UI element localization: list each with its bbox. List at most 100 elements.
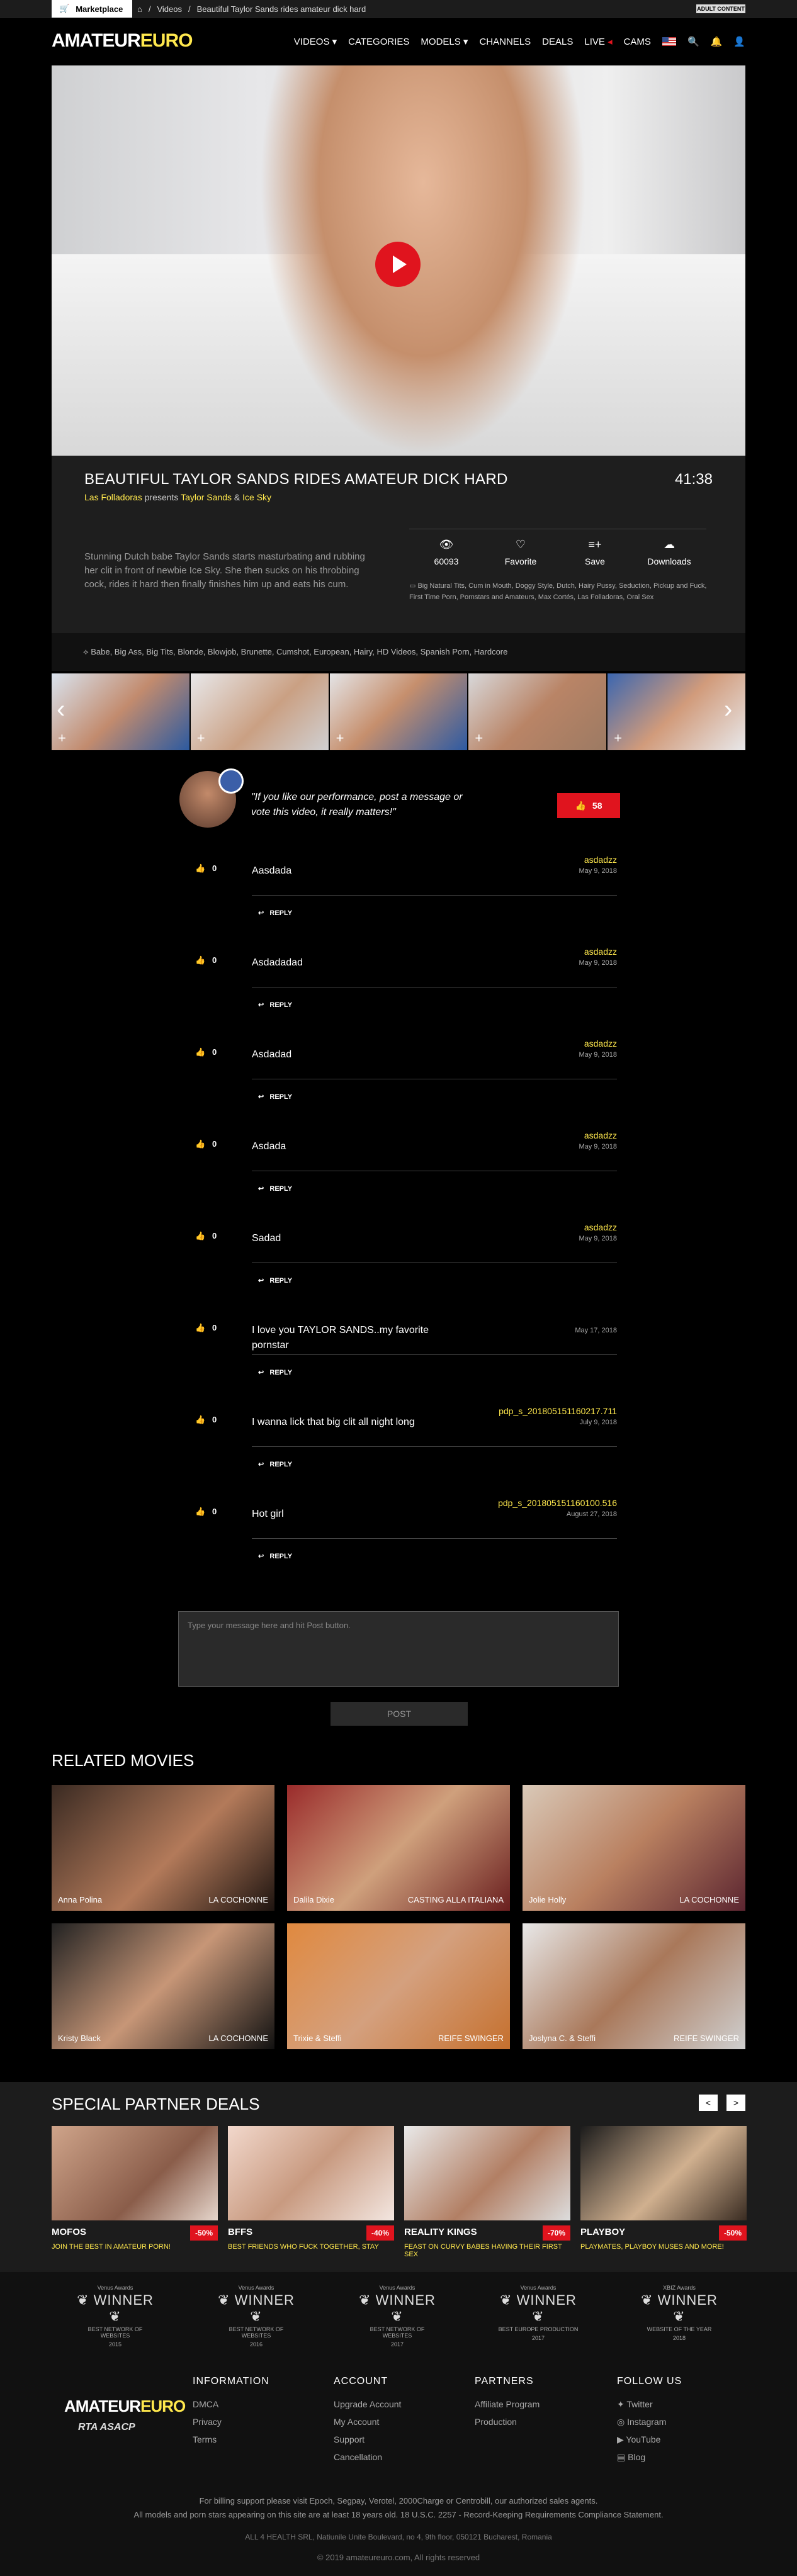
comment-like-button[interactable]: 👍 0 [195,1415,217,1425]
comment-user[interactable]: pdp_s_201805151160217.711 [499,1406,617,1416]
partner-deal-card[interactable]: BFFS -40% BEST FRIENDS WHO FUCK TOGETHER, … [228,2126,394,2251]
play-button[interactable] [375,242,421,287]
thumbs-prev-icon[interactable]: ‹ [57,695,65,724]
comment-like-button[interactable]: 👍 0 [195,1139,217,1149]
flag-us-icon[interactable] [662,37,676,46]
related-movie-card[interactable]: Trixie & Steffi REIFE SWINGER [287,1923,510,2049]
plus-icon[interactable]: + [475,730,483,746]
partner-deal-name[interactable]: BFFS [228,2227,252,2237]
actor-link-2[interactable]: Ice Sky [242,492,271,502]
partner-deal-card[interactable]: REALITY KINGS -70% FEAST ON CURVY BABES HA… [404,2126,570,2258]
partner-deal-image[interactable] [228,2126,394,2220]
downloads-button[interactable]: ☁ Downloads [638,538,701,566]
bell-icon[interactable]: 🔔 [711,36,723,47]
footer-link[interactable]: Support [334,2431,401,2448]
partner-deal-card[interactable]: PLAYBOY -50% PLAYMATES, PLAYBOY MUSES AND … [580,2126,747,2251]
nav-cams[interactable]: CAMS [624,37,651,47]
partner-deal-image[interactable] [580,2126,747,2220]
footer-link[interactable]: Cancellation [334,2448,401,2466]
comment-like-button[interactable]: 👍 0 [195,955,217,965]
footer-link[interactable]: Terms [193,2431,269,2448]
reply-button[interactable]: ↩ REPLY [258,909,292,917]
post-button[interactable]: POST [331,1702,468,1726]
blog-link[interactable]: ▤ Blog [617,2448,682,2466]
comment-like-button[interactable]: 👍 0 [195,1231,217,1241]
partner-deal-name[interactable]: REALITY KINGS [404,2227,477,2237]
studio-link[interactable]: Las Folladoras [84,492,142,502]
partner-deal-name[interactable]: MOFOS [52,2227,86,2237]
deals-next-button[interactable]: > [726,2095,745,2111]
nav-categories[interactable]: CATEGORIES [348,37,409,47]
related-movie-studio[interactable]: REIFE SWINGER [674,2033,739,2043]
comment-user[interactable]: asdadzz [584,1038,617,1049]
nav-models[interactable]: MODELS ▾ [421,36,468,47]
comment-user[interactable]: asdadzz [584,1130,617,1140]
scene-thumb[interactable]: + [468,673,607,750]
related-movie-studio[interactable]: LA COCHONNE [208,2033,268,2043]
related-movie-card[interactable]: Anna Polina LA COCHONNE [52,1785,274,1911]
footer-link[interactable]: Privacy [193,2413,269,2431]
nav-live[interactable]: LIVE ◂ [584,36,612,47]
related-movie-studio[interactable]: LA COCHONNE [679,1895,739,1904]
comment-like-button[interactable]: 👍 0 [195,1323,217,1333]
twitter-link[interactable]: ✦ Twitter [617,2395,682,2413]
related-movie-studio[interactable]: LA COCHONNE [208,1895,268,1904]
plus-icon[interactable]: + [614,730,622,746]
footer-link[interactable]: Production [475,2413,540,2431]
scene-thumb[interactable]: + [52,673,189,750]
nav-channels[interactable]: CHANNELS [479,37,531,47]
related-movie-studio[interactable]: CASTING ALLA ITALIANA [408,1895,504,1904]
related-movie-model[interactable]: Trixie & Steffi [293,2033,342,2043]
partner-deal-image[interactable] [52,2126,218,2220]
comment-user[interactable]: asdadzz [584,1222,617,1232]
deals-prev-button[interactable]: < [699,2095,718,2111]
favorite-button[interactable]: ♡ Favorite [489,538,552,566]
related-movie-model[interactable]: Anna Polina [58,1895,102,1904]
footer-link[interactable]: My Account [334,2413,401,2431]
scene-thumb[interactable]: + [329,673,468,750]
reply-button[interactable]: ↩ REPLY [258,1460,292,1468]
actor-link-1[interactable]: Taylor Sands [181,492,232,502]
comment-user[interactable]: asdadzz [584,855,617,865]
related-movie-model[interactable]: Kristy Black [58,2033,101,2043]
scene-thumb[interactable]: + [190,673,329,750]
related-movie-card[interactable]: Jolie Holly LA COCHONNE [523,1785,745,1911]
related-movie-card[interactable]: Joslyna C. & Steffi REIFE SWINGER [523,1923,745,2049]
footer-link[interactable]: DMCA [193,2395,269,2413]
comment-like-button[interactable]: 👍 0 [195,1047,217,1057]
search-icon[interactable]: 🔍 [687,36,699,47]
reply-button[interactable]: ↩ REPLY [258,1276,292,1285]
related-movie-studio[interactable]: REIFE SWINGER [438,2033,504,2043]
related-movie-card[interactable]: Dalila Dixie CASTING ALLA ITALIANA [287,1785,510,1911]
footer-link[interactable]: Upgrade Account [334,2395,401,2413]
instagram-link[interactable]: ◎ Instagram [617,2413,682,2431]
comment-user[interactable]: pdp_s_201805151160100.516 [498,1498,617,1508]
related-movie-card[interactable]: Kristy Black LA COCHONNE [52,1923,274,2049]
reply-button[interactable]: ↩ REPLY [258,1093,292,1101]
partner-deal-image[interactable] [404,2126,570,2220]
reply-button[interactable]: ↩ REPLY [258,1552,292,1560]
comment-like-button[interactable]: 👍 0 [195,863,217,874]
comment-user[interactable]: asdadzz [584,947,617,957]
plus-icon[interactable]: + [197,730,205,746]
user-icon[interactable]: 👤 [733,36,745,47]
nav-deals[interactable]: DEALS [542,37,573,47]
plus-icon[interactable]: + [336,730,344,746]
reply-button[interactable]: ↩ REPLY [258,1368,292,1376]
breadcrumb-videos[interactable]: Videos [157,4,182,14]
partner-deal-name[interactable]: PLAYBOY [580,2227,625,2237]
marketplace-button[interactable]: 🛒 Marketplace [52,0,132,18]
save-button[interactable]: ≡+ Save [563,538,626,566]
footer-logo[interactable]: AMATEUREURO [64,2397,186,2416]
thumbs-next-icon[interactable]: › [724,695,732,724]
nav-videos[interactable]: VIDEOS ▾ [294,36,337,47]
related-movie-model[interactable]: Dalila Dixie [293,1895,334,1904]
site-logo[interactable]: AMATEUREURO [52,28,193,53]
footer-link[interactable]: Affiliate Program [475,2395,540,2413]
video-player[interactable] [52,65,745,456]
related-movie-model[interactable]: Jolie Holly [529,1895,566,1904]
plus-icon[interactable]: + [58,730,66,746]
youtube-link[interactable]: ▶ YouTube [617,2431,682,2448]
related-movie-model[interactable]: Joslyna C. & Steffi [529,2033,596,2043]
comment-like-button[interactable]: 👍 0 [195,1507,217,1517]
